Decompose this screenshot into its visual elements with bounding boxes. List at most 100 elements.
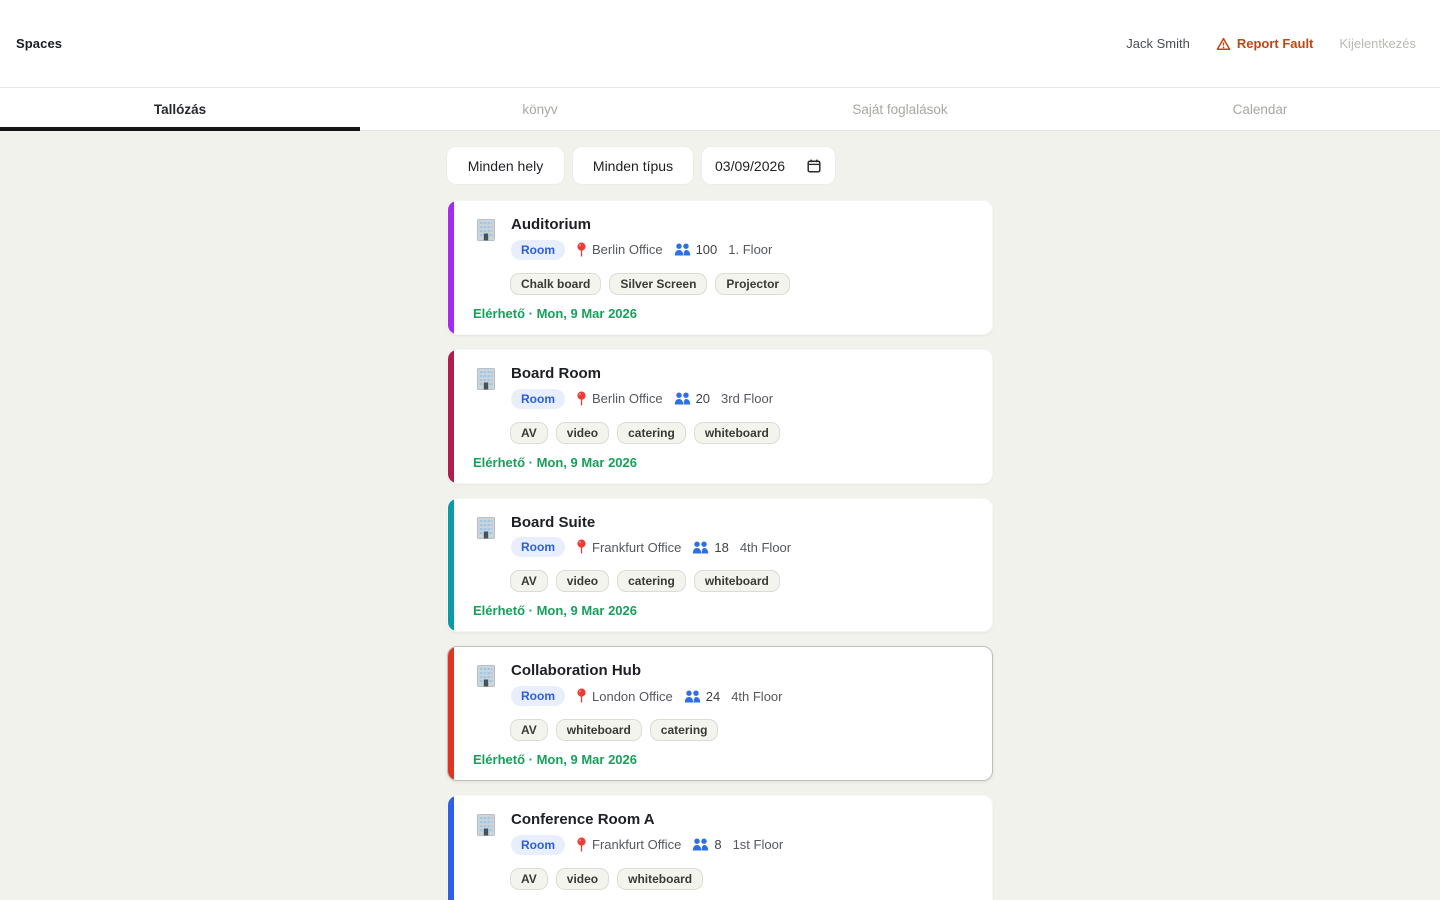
type-filter-select[interactable]: Minden típus <box>573 147 693 184</box>
room-tags: Chalk board Silver Screen Projector <box>510 273 972 295</box>
app-title: Spaces <box>16 36 62 51</box>
room-location: Frankfurt Office <box>592 540 681 555</box>
content-column: Minden hely Minden típus 03/09/2026 <box>447 147 993 900</box>
building-icon <box>473 515 499 541</box>
tab-label: Tallózás <box>154 102 206 117</box>
room-tag: whiteboard <box>556 719 642 741</box>
room-card-head: Board Room Room Berlin Office <box>473 365 972 409</box>
room-floor: 4th Floor <box>740 540 791 555</box>
room-type-badge: Room <box>511 240 565 260</box>
room-name: Board Suite <box>511 514 791 533</box>
room-card[interactable]: Board Suite Room Frankfurt Office <box>447 498 993 633</box>
room-tag: catering <box>617 422 686 444</box>
room-card[interactable]: Board Room Room Berlin Office <box>447 349 993 484</box>
room-floor: 1st Floor <box>733 837 784 852</box>
room-card-head: Conference Room A Room Frankfurt Office <box>473 811 972 855</box>
room-tag: whiteboard <box>617 868 703 890</box>
tab-label: Saját foglalások <box>852 102 947 117</box>
date-filter-value: 03/09/2026 <box>715 158 785 174</box>
room-accent-stripe <box>448 499 454 632</box>
room-location: Berlin Office <box>592 242 663 257</box>
room-location: London Office <box>592 689 673 704</box>
room-meta: Room Frankfurt Office <box>511 537 791 557</box>
room-capacity: 8 <box>714 837 721 852</box>
room-type-badge: Room <box>511 389 565 409</box>
room-status: Elérhető · Mon, 9 Mar 2026 <box>473 603 972 618</box>
header-actions: Jack Smith Report Fault Kijelentkezés <box>1126 36 1416 51</box>
room-status: Elérhető · Mon, 9 Mar 2026 <box>473 752 972 767</box>
logout-link[interactable]: Kijelentkezés <box>1339 36 1416 51</box>
tab-0[interactable]: Tallózás <box>0 88 360 130</box>
tab-3[interactable]: Calendar <box>1080 88 1440 130</box>
room-capacity-item: 100 <box>674 242 718 257</box>
pin-icon <box>576 688 587 704</box>
room-tags: AV video whiteboard <box>510 868 972 890</box>
building-icon <box>473 217 499 243</box>
room-location-item: Berlin Office <box>576 391 663 407</box>
room-capacity-item: 18 <box>692 540 728 555</box>
room-status: Elérhető · Mon, 9 Mar 2026 <box>473 455 972 470</box>
pin-icon <box>576 391 587 407</box>
main-tabs: Tallózás könyv Saját foglalások Calendar <box>0 87 1440 131</box>
people-icon <box>674 392 691 405</box>
warning-icon <box>1216 37 1231 51</box>
room-head-text: Board Suite Room Frankfurt Office <box>511 514 791 558</box>
people-icon <box>692 838 709 851</box>
room-type-badge: Room <box>511 537 565 557</box>
room-tag: AV <box>510 719 548 741</box>
tab-2[interactable]: Saját foglalások <box>720 88 1080 130</box>
room-tag: catering <box>617 570 686 592</box>
room-accent-stripe <box>448 350 454 483</box>
pin-icon <box>576 242 587 258</box>
room-capacity-item: 20 <box>674 391 710 406</box>
room-capacity: 100 <box>696 242 718 257</box>
building-icon <box>473 812 499 838</box>
room-tag: Chalk board <box>510 273 601 295</box>
room-capacity: 24 <box>706 689 720 704</box>
tab-label: Calendar <box>1233 102 1288 117</box>
room-meta: Room Berlin Office <box>511 389 773 409</box>
date-filter-input[interactable]: 03/09/2026 <box>702 147 835 184</box>
room-type-badge: Room <box>511 835 565 855</box>
calendar-icon[interactable] <box>806 158 822 174</box>
room-card[interactable]: Conference Room A Room Frankfurt Office <box>447 795 993 900</box>
tab-1[interactable]: könyv <box>360 88 720 130</box>
room-meta: Room Frankfurt Office <box>511 835 783 855</box>
building-icon <box>473 663 499 689</box>
room-meta: Room Berlin Office <box>511 240 772 260</box>
room-head-text: Auditorium Room Berlin Office <box>511 216 772 260</box>
room-tag: AV <box>510 868 548 890</box>
pin-icon <box>576 539 587 555</box>
people-icon <box>674 243 691 256</box>
room-name: Auditorium <box>511 216 772 235</box>
tab-label: könyv <box>522 102 557 117</box>
room-capacity-item: 8 <box>692 837 721 852</box>
report-fault-button[interactable]: Report Fault <box>1216 36 1314 51</box>
room-name: Conference Room A <box>511 811 783 830</box>
room-tags: AVvideocateringwhiteboard <box>510 422 972 444</box>
room-card[interactable]: Collaboration Hub Room London Office <box>447 646 993 781</box>
room-capacity: 20 <box>696 391 710 406</box>
location-filter-select[interactable]: Minden hely <box>447 147 564 184</box>
room-location-item: Frankfurt Office <box>576 539 681 555</box>
room-head-text: Conference Room A Room Frankfurt Office <box>511 811 783 855</box>
room-accent-stripe <box>448 796 454 900</box>
room-card-head: Board Suite Room Frankfurt Office <box>473 514 972 558</box>
room-tag: Projector <box>715 273 790 295</box>
room-location: Berlin Office <box>592 391 663 406</box>
room-head-text: Board Room Room Berlin Office <box>511 365 773 409</box>
pin-icon <box>576 837 587 853</box>
room-card-head: Auditorium Room Berlin Office <box>473 216 972 260</box>
room-location: Frankfurt Office <box>592 837 681 852</box>
room-type-badge: Room <box>511 686 565 706</box>
room-floor: 3rd Floor <box>721 391 773 406</box>
room-floor: 1. Floor <box>728 242 772 257</box>
app-header: Spaces Jack Smith Report Fault Kijelentk… <box>0 0 1440 87</box>
room-card[interactable]: Auditorium Room Berlin Office <box>447 200 993 335</box>
room-capacity: 18 <box>714 540 728 555</box>
room-location-item: London Office <box>576 688 673 704</box>
building-icon <box>473 366 499 392</box>
room-tag: Silver Screen <box>609 273 707 295</box>
room-tags: AVvideocateringwhiteboard <box>510 570 972 592</box>
room-tag: video <box>556 868 609 890</box>
